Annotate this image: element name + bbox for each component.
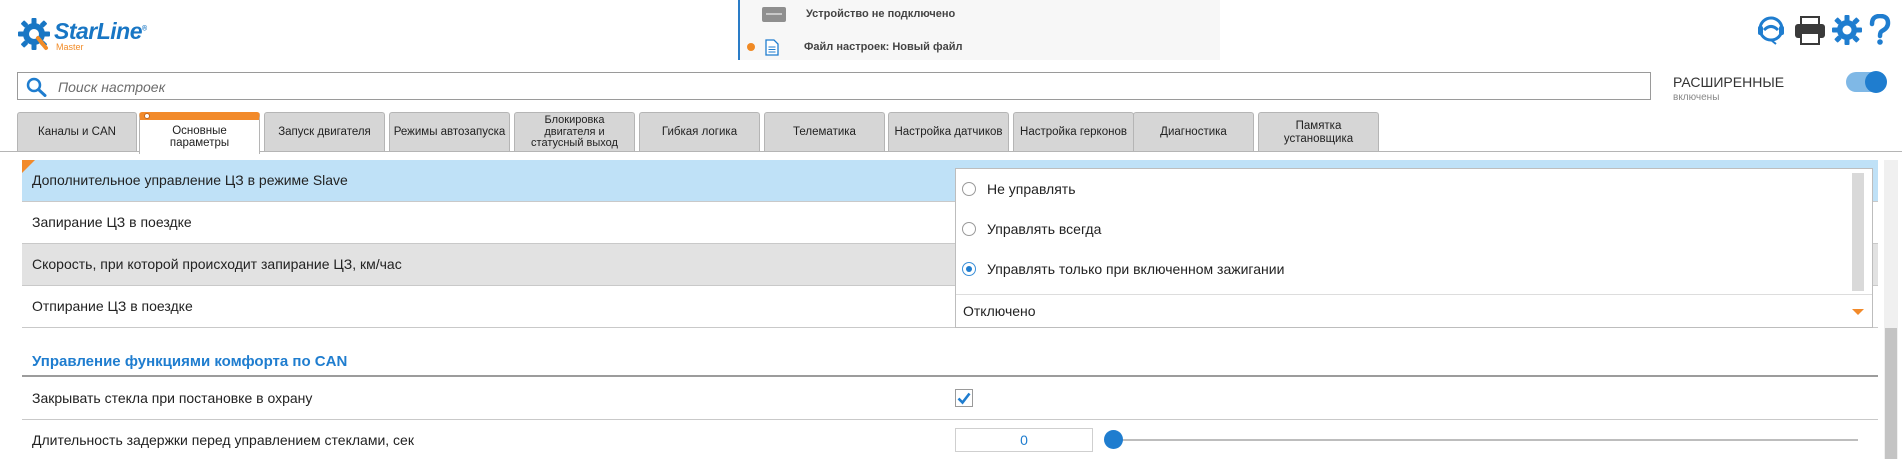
checkmark-icon	[957, 392, 971, 405]
setting-label: Скорость, при которой происходит запиран…	[32, 256, 402, 272]
dropdown-scrollbar[interactable]	[1852, 173, 1864, 291]
advanced-mode-toggle[interactable]	[1846, 71, 1887, 93]
settings-icon[interactable]	[1831, 14, 1863, 46]
radio-selected-icon	[962, 262, 976, 276]
tab-engine-start[interactable]: Запуск двигателя	[264, 112, 385, 152]
gear-logo-icon	[18, 18, 50, 50]
tab-telematics[interactable]: Телематика	[764, 112, 885, 152]
radio-icon	[962, 182, 976, 196]
section-title: Управление функциями комфорта по CAN	[32, 353, 348, 370]
unlock-driving-select-value[interactable]: Отключено	[963, 295, 1036, 327]
radio-icon	[962, 222, 976, 236]
tab-diagnostics[interactable]: Диагностика	[1133, 112, 1254, 152]
dropdown-option-ignition-only[interactable]: Управлять только при включенном зажигани…	[962, 253, 1284, 285]
tab-autostart-modes[interactable]: Режимы автозапуска	[389, 112, 510, 152]
header-toolbar	[1753, 14, 1892, 46]
tab-main-parameters[interactable]: Основные параметры	[139, 112, 260, 154]
chevron-down-icon[interactable]	[1852, 309, 1864, 315]
search-icon	[26, 77, 47, 97]
advanced-state: включены	[1673, 92, 1720, 103]
window-delay-slider-handle[interactable]	[1104, 430, 1123, 449]
dropdown-option-no-control[interactable]: Не управлять	[962, 173, 1076, 205]
setting-label: Запирание ЦЗ в поездке	[32, 214, 192, 230]
tab-flexible-logic[interactable]: Гибкая логика	[639, 112, 760, 152]
tab-modified-dot-icon	[144, 113, 150, 119]
advanced-mode-label: РАСШИРЕННЫЕ включены	[1673, 74, 1784, 103]
setting-label: Дополнительное управление ЦЗ в режиме Sl…	[32, 172, 348, 188]
unsaved-dot-icon	[747, 43, 755, 51]
scrollbar-thumb[interactable]	[1885, 328, 1897, 459]
lock-control-dropdown[interactable]: Не управлять Управлять всегда Управлять …	[955, 168, 1873, 328]
section-divider	[22, 375, 1878, 377]
setting-label: Отпирание ЦЗ в поездке	[32, 298, 193, 314]
tab-engine-blocking[interactable]: Блокировка двигателя и статусный выход	[514, 112, 635, 152]
tab-reed-switches[interactable]: Настройка герконов	[1013, 112, 1134, 152]
print-icon[interactable]	[1794, 15, 1826, 45]
window-delay-input[interactable]: 0	[955, 428, 1093, 452]
window-delay-slider-track[interactable]	[1112, 439, 1858, 441]
toggle-knob	[1865, 71, 1887, 93]
logo-wordmark: StarLine®	[54, 18, 147, 44]
advanced-title: РАСШИРЕННЫЕ	[1673, 74, 1785, 90]
setting-label: Закрывать стекла при постановке в охрану	[32, 390, 313, 406]
tab-sensors[interactable]: Настройка датчиков	[888, 112, 1009, 152]
settings-search[interactable]	[17, 72, 1651, 100]
help-icon[interactable]	[1868, 14, 1892, 46]
device-icon	[762, 6, 786, 22]
setting-row-close-windows-on-arm[interactable]: Закрывать стекла при постановке в охрану	[22, 378, 1878, 420]
tabs-divider	[0, 151, 1902, 152]
file-status-text: Файл настроек: Новый файл	[804, 41, 963, 53]
dropdown-option-always[interactable]: Управлять всегда	[962, 213, 1101, 245]
content-scrollbar[interactable]	[1884, 160, 1898, 459]
search-input[interactable]	[56, 76, 1640, 98]
document-icon	[765, 38, 779, 56]
close-windows-checkbox[interactable]	[955, 389, 973, 407]
device-status[interactable]: Устройство не подключено	[740, 0, 1220, 28]
setting-label: Длительность задержки перед управлением …	[32, 432, 414, 448]
starline-logo: StarLine® Master	[16, 14, 147, 56]
logo-subtitle: Master	[56, 42, 84, 52]
file-status[interactable]: Файл настроек: Новый файл	[740, 33, 1220, 61]
tab-installer-memo[interactable]: Памятка установщика	[1258, 112, 1379, 152]
tab-channels-can[interactable]: Каналы и CAN	[17, 112, 137, 152]
dropdown-separator	[956, 294, 1872, 295]
connection-status-panel: Устройство не подключено Файл настроек: …	[738, 0, 1220, 60]
device-status-text: Устройство не подключено	[806, 8, 956, 20]
setting-row-window-delay[interactable]: Длительность задержки перед управлением …	[22, 420, 1878, 462]
support-icon[interactable]	[1753, 15, 1789, 45]
